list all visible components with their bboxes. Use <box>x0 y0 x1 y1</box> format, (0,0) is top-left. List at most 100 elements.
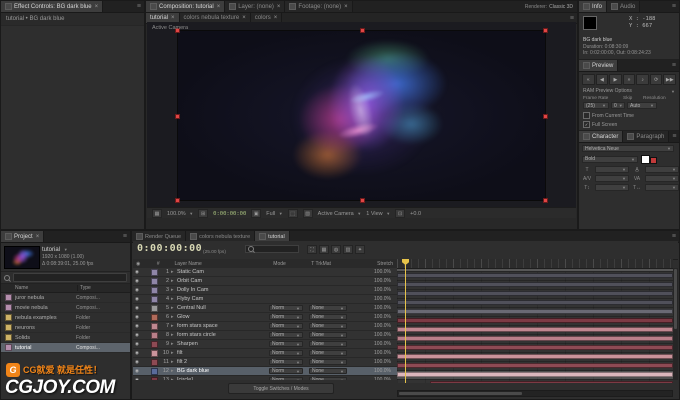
current-timecode[interactable]: 0:00:00:00 <box>137 243 202 254</box>
stretch-value[interactable]: 100.0% <box>353 359 395 365</box>
visibility-eye-icon[interactable]: ◉ <box>135 341 139 347</box>
layer-duration-bar[interactable] <box>397 363 673 368</box>
roi-icon[interactable]: ⬚ <box>288 209 298 218</box>
ram-preview-button[interactable]: ▶▶ <box>663 74 676 85</box>
layer-color-chip[interactable] <box>151 377 158 381</box>
renderer-button[interactable]: Renderer: Classic 3D <box>521 1 577 12</box>
resolution-menu[interactable]: Full ▼ <box>266 211 282 217</box>
timeline-search-input[interactable] <box>245 245 299 253</box>
toggle-switches-modes-button[interactable]: Toggle Switches / Modes <box>228 383 334 394</box>
visibility-eye-icon[interactable]: ◉ <box>135 269 139 275</box>
layer-handle-top-right[interactable] <box>544 29 547 32</box>
loop-button[interactable]: ⟳ <box>650 74 663 85</box>
visibility-eye-icon[interactable]: ◉ <box>135 368 139 374</box>
timeline-graph-area[interactable] <box>397 259 673 383</box>
tab-project[interactable]: Project × <box>1 231 44 242</box>
timeline-vertical-scrollbar[interactable] <box>673 268 678 380</box>
stretch-value[interactable]: 100.0% <box>353 314 395 320</box>
checkbox-checked-icon[interactable]: ✓ <box>583 121 590 128</box>
timeline-layer-row[interactable]: ◉ 10 ▸ filt Norm▼ None▼ 100.0% <box>133 349 397 358</box>
layer-color-chip[interactable] <box>151 368 158 375</box>
blend-mode-dropdown[interactable]: Norm▼ <box>269 341 303 347</box>
layer-duration-bar[interactable] <box>397 282 673 287</box>
timeline-graph-row[interactable] <box>397 317 673 326</box>
project-item-row[interactable]: tutorial Composi... <box>1 343 130 353</box>
tab-effect-controls[interactable]: Effect Controls: BG dark blue × <box>1 1 103 12</box>
next-frame-button[interactable]: » <box>623 74 636 85</box>
layer-color-chip[interactable] <box>151 287 158 294</box>
time-ruler[interactable] <box>397 259 673 269</box>
stretch-value[interactable]: 100.0% <box>353 323 395 329</box>
viewer-panel-tab[interactable]: Composition: tutorial × <box>146 1 225 12</box>
timeline-layer-row[interactable]: ◉ 2 ▸ Orbit Cam ▼ ▼ 100.0% <box>133 277 397 286</box>
timeline-layer-row[interactable]: ◉ 6 ▸ Glow Norm▼ None▼ 100.0% <box>133 313 397 322</box>
project-search-input[interactable] <box>13 273 127 282</box>
layer-name[interactable]: Dolly In Cam <box>177 287 269 293</box>
info-group-tab[interactable]: Audio <box>607 1 640 12</box>
magnification-icon[interactable]: ▦ <box>152 209 162 218</box>
timeline-layer-row[interactable]: ◉ 13 ▸ [circle] Norm▼ None▼ 100.0% <box>133 376 397 380</box>
panel-menu-icon[interactable]: ≡ <box>669 3 679 10</box>
project-item-row[interactable]: neurons Folder <box>1 323 130 333</box>
visibility-eye-icon[interactable]: ◉ <box>135 314 139 320</box>
stretch-value[interactable]: 100.0% <box>353 278 395 284</box>
layer-color-chip[interactable] <box>151 314 158 321</box>
layer-duration-bar[interactable] <box>397 309 673 314</box>
ram-preview-options[interactable]: RAM Preview Options ▼ <box>579 87 679 95</box>
timeline-graph-row[interactable] <box>397 272 673 281</box>
mode-column-header[interactable]: Mode <box>273 261 311 267</box>
track-matte-dropdown[interactable]: None▼ <box>309 341 347 347</box>
visibility-eye-icon[interactable]: ◉ <box>135 323 139 329</box>
composition-mini-flowchart-icon[interactable]: ⛶ <box>307 245 317 254</box>
layer-color-chip[interactable] <box>151 323 158 330</box>
timeline-layer-row[interactable]: ◉ 12 ▸ BG dark blue Norm▼ None▼ 100.0% <box>133 367 397 376</box>
timeline-graph-row[interactable] <box>397 353 673 362</box>
blend-mode-dropdown[interactable]: Norm▼ <box>269 332 303 338</box>
timeline-layer-row[interactable]: ◉ 5 ▸ Central Null Norm▼ None▼ 100.0% <box>133 304 397 313</box>
pixel-aspect-icon[interactable]: ⊡ <box>395 209 405 218</box>
first-frame-button[interactable]: « <box>582 74 595 85</box>
hide-shy-layers-icon[interactable]: ◍ <box>331 245 341 254</box>
scrollbar-thumb[interactable] <box>399 392 522 395</box>
layer-color-chip[interactable] <box>151 269 158 276</box>
layer-handle-bottom-left[interactable] <box>176 199 179 202</box>
layer-duration-bar[interactable] <box>397 345 673 350</box>
name-column-header[interactable]: Name <box>1 285 77 291</box>
current-time-indicator-line[interactable] <box>405 263 406 383</box>
timeline-graph-row[interactable] <box>397 308 673 317</box>
close-icon[interactable]: × <box>277 4 281 10</box>
viewer-panel-tab[interactable]: Footage: (none) × <box>285 1 352 12</box>
timeline-graph-row[interactable] <box>397 299 673 308</box>
timeline-graph-row[interactable] <box>397 380 673 383</box>
vertical-scale-dropdown[interactable]: ▼ <box>595 184 629 191</box>
item-name[interactable]: Solids <box>15 335 73 341</box>
item-name[interactable]: tutorial <box>15 345 73 351</box>
timeline-layer-row[interactable]: ◉ 7 ▸ form stars space Norm▼ None▼ 100.0… <box>133 322 397 331</box>
composition-frame[interactable] <box>178 31 545 200</box>
font-style-dropdown[interactable]: Bold▼ <box>582 156 638 163</box>
stretch-value[interactable]: 100.0% <box>353 350 395 356</box>
panel-menu-icon[interactable]: ≡ <box>669 133 679 140</box>
layer-name[interactable]: form stars circle <box>177 332 269 338</box>
stretch-value[interactable]: 100.0% <box>353 377 395 380</box>
info-group-tab[interactable]: Info <box>579 1 607 12</box>
layer-color-chip[interactable] <box>151 278 158 285</box>
panel-menu-icon[interactable]: ≡ <box>669 62 679 69</box>
project-item-row[interactable]: nebula examples Folder <box>1 313 130 323</box>
view-layout-menu[interactable]: 1 View ▼ <box>366 211 390 217</box>
motion-blur-icon[interactable]: ✦ <box>355 245 365 254</box>
play-button[interactable]: ▶ <box>609 74 622 85</box>
timeline-graph-row[interactable] <box>397 371 673 380</box>
frame-blending-icon[interactable]: ▥ <box>343 245 353 254</box>
layer-name[interactable]: Central Null <box>177 305 269 311</box>
layer-color-chip[interactable] <box>151 305 158 312</box>
character-group-tab[interactable]: Character <box>579 131 623 142</box>
layer-name-column-header[interactable]: Layer Name <box>165 261 274 267</box>
layer-name[interactable]: Flyby Cam <box>177 296 269 302</box>
layer-name[interactable]: Orbit Cam <box>177 278 269 284</box>
timeline-layer-row[interactable]: ◉ 4 ▸ Flyby Cam ▼ ▼ 100.0% <box>133 295 397 304</box>
layer-handle-bottom-center[interactable] <box>361 199 364 202</box>
layer-name[interactable]: filt 2 <box>177 359 269 365</box>
layer-handle-top-center[interactable] <box>361 29 364 32</box>
stretch-value[interactable]: 100.0% <box>353 287 395 293</box>
